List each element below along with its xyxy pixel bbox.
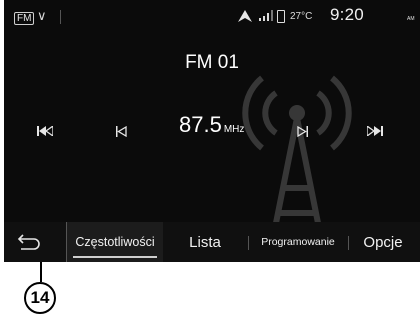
callout-number: 14 [24, 282, 56, 314]
source-badge[interactable]: FM [14, 12, 35, 25]
frequency-unit: MHz [223, 124, 245, 135]
tab-czestotliwosci[interactable]: Częstotliwości [66, 222, 163, 262]
skip-next-icon [367, 126, 383, 136]
frequency-display: 87.5 MHz [179, 112, 244, 138]
antenna-icon [242, 75, 352, 244]
callout-line [40, 262, 42, 282]
step-back-button[interactable] [108, 118, 134, 144]
skip-previous-icon [37, 126, 53, 136]
bottom-tab-bar: Częstotliwości Lista Programowanie Opcje [4, 222, 420, 262]
tab-programowanie[interactable]: Programowanie [252, 222, 344, 262]
back-arrow-icon [17, 234, 40, 250]
step-forward-icon [296, 125, 308, 137]
clock: 9:20 [330, 5, 364, 24]
temperature: 27°C [290, 11, 313, 22]
step-forward-button[interactable] [289, 118, 315, 144]
phone-icon [277, 10, 285, 23]
step-back-icon [115, 125, 127, 137]
tab-lista[interactable]: Lista [174, 222, 236, 262]
signal-bars-icon [259, 10, 273, 21]
navigation-arrow-icon [238, 10, 252, 22]
radio-screen: FM ∨ 27°C 9:20 AM FM 01 87.5 MHz Częstot… [4, 0, 420, 262]
chevron-down-icon[interactable]: ∨ [37, 8, 47, 24]
clock-ampm: AM [407, 16, 415, 22]
status-divider [60, 10, 61, 24]
back-button[interactable] [12, 230, 42, 254]
tab-label: Opcje [363, 233, 403, 251]
tab-label: Częstotliwości [75, 235, 155, 249]
tab-label: Programowanie [261, 236, 335, 248]
tab-divider [248, 236, 249, 250]
skip-previous-button[interactable] [32, 118, 58, 144]
tab-label: Lista [189, 233, 221, 251]
status-bar: FM ∨ 27°C 9:20 AM [4, 0, 420, 34]
skip-next-button[interactable] [362, 118, 388, 144]
station-name: FM 01 [185, 52, 239, 73]
tab-opcje[interactable]: Opcje [350, 222, 416, 262]
frequency-value: 87.5 [179, 112, 222, 137]
tab-divider [348, 236, 349, 250]
